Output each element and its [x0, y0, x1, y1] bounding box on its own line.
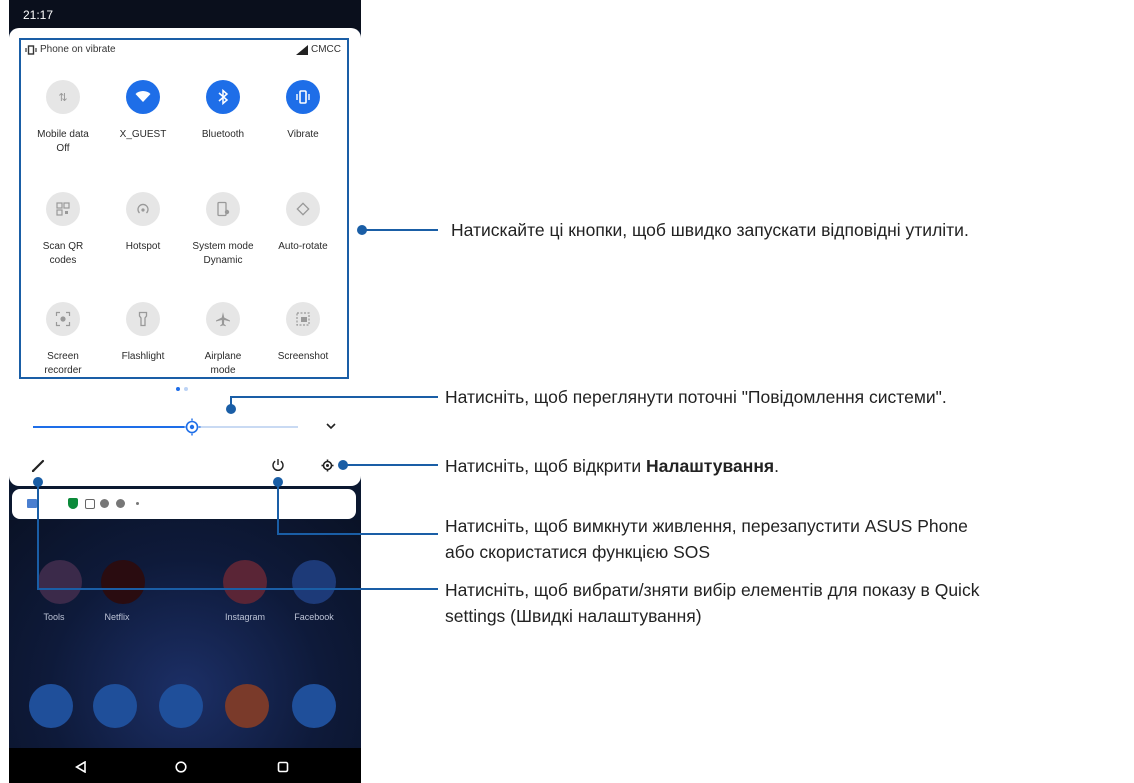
- back-icon[interactable]: [75, 761, 87, 773]
- page-indicator-active: [176, 387, 180, 391]
- play-store-icon[interactable]: [159, 684, 203, 728]
- page-indicator: [184, 387, 188, 391]
- chrome-notification-icon-2: [116, 499, 125, 508]
- brightness-fill: [33, 426, 192, 428]
- app-label-netflix: Netflix: [104, 612, 130, 622]
- callout-line-power: [277, 533, 438, 535]
- tools-folder-icon[interactable]: [38, 560, 82, 604]
- callout-line-settings: [343, 464, 438, 466]
- callout-text-settings: Натисніть, щоб відкрити Налаштування.: [445, 453, 779, 479]
- netflix-icon[interactable]: [101, 560, 145, 604]
- callout-text-power: Натисніть, щоб вимкнути живлення, переза…: [445, 513, 968, 565]
- notification-strip[interactable]: [12, 489, 356, 519]
- app-label-tools: Tools: [43, 612, 65, 622]
- edit-pencil-icon[interactable]: [31, 459, 45, 473]
- expand-chevron-icon[interactable]: [326, 423, 336, 430]
- chrome-notification-icon: [100, 499, 109, 508]
- notification-app-icon: [27, 499, 37, 508]
- chrome-icon[interactable]: [225, 684, 269, 728]
- quick-tiles-highlight: [19, 38, 349, 379]
- callout-line-brightness: [230, 396, 438, 398]
- callout-text-notifications: Натисніть, щоб переглянути поточні "Пові…: [445, 387, 947, 407]
- navigation-bar: [9, 748, 361, 783]
- camera-icon[interactable]: [292, 684, 336, 728]
- status-bar: 21:17: [9, 0, 361, 30]
- settings-bold-word: Налаштування: [645, 456, 775, 476]
- instagram-icon[interactable]: [223, 560, 267, 604]
- edit-text-line2: settings (Швидкі налаштування): [445, 606, 702, 626]
- callout-line-edit: [37, 588, 438, 590]
- phone-app-icon[interactable]: [29, 684, 73, 728]
- status-time: 21:17: [23, 8, 54, 22]
- facebook-icon[interactable]: [292, 560, 336, 604]
- home-icon[interactable]: [175, 761, 187, 773]
- gallery-icon: [85, 499, 95, 509]
- messages-icon[interactable]: [93, 684, 137, 728]
- power-text-line1: Натисніть, щоб вимкнути живлення, переза…: [445, 516, 968, 536]
- callout-line-power-v: [277, 482, 279, 535]
- callout-text-tiles: Натискайте ці кнопки, щоб швидко запуска…: [451, 220, 969, 240]
- app-label-instagram: Instagram: [224, 612, 266, 622]
- callout-line-tiles: [362, 229, 438, 231]
- callout-text-edit: Натисніть, щоб вибрати/зняти вибір елеме…: [445, 577, 979, 629]
- app-label-facebook: Facebook: [294, 612, 334, 622]
- recents-icon[interactable]: [277, 761, 289, 773]
- more-notifications-dot: [136, 502, 139, 505]
- settings-gear-icon[interactable]: [321, 459, 334, 472]
- edit-text-line1: Натисніть, щоб вибрати/зняти вибір елеме…: [445, 580, 980, 600]
- settings-prefix: Натисніть, щоб відкрити: [445, 456, 646, 476]
- callout-line-brightness-v: [230, 397, 232, 409]
- callout-line-edit-v: [37, 482, 39, 590]
- shield-icon: [68, 498, 78, 509]
- brightness-thumb-icon[interactable]: [183, 418, 201, 436]
- settings-suffix: .: [774, 456, 780, 476]
- power-text-line2: або скористатися функцією SOS: [445, 542, 711, 562]
- power-icon[interactable]: [271, 458, 285, 472]
- home-background: [9, 520, 361, 765]
